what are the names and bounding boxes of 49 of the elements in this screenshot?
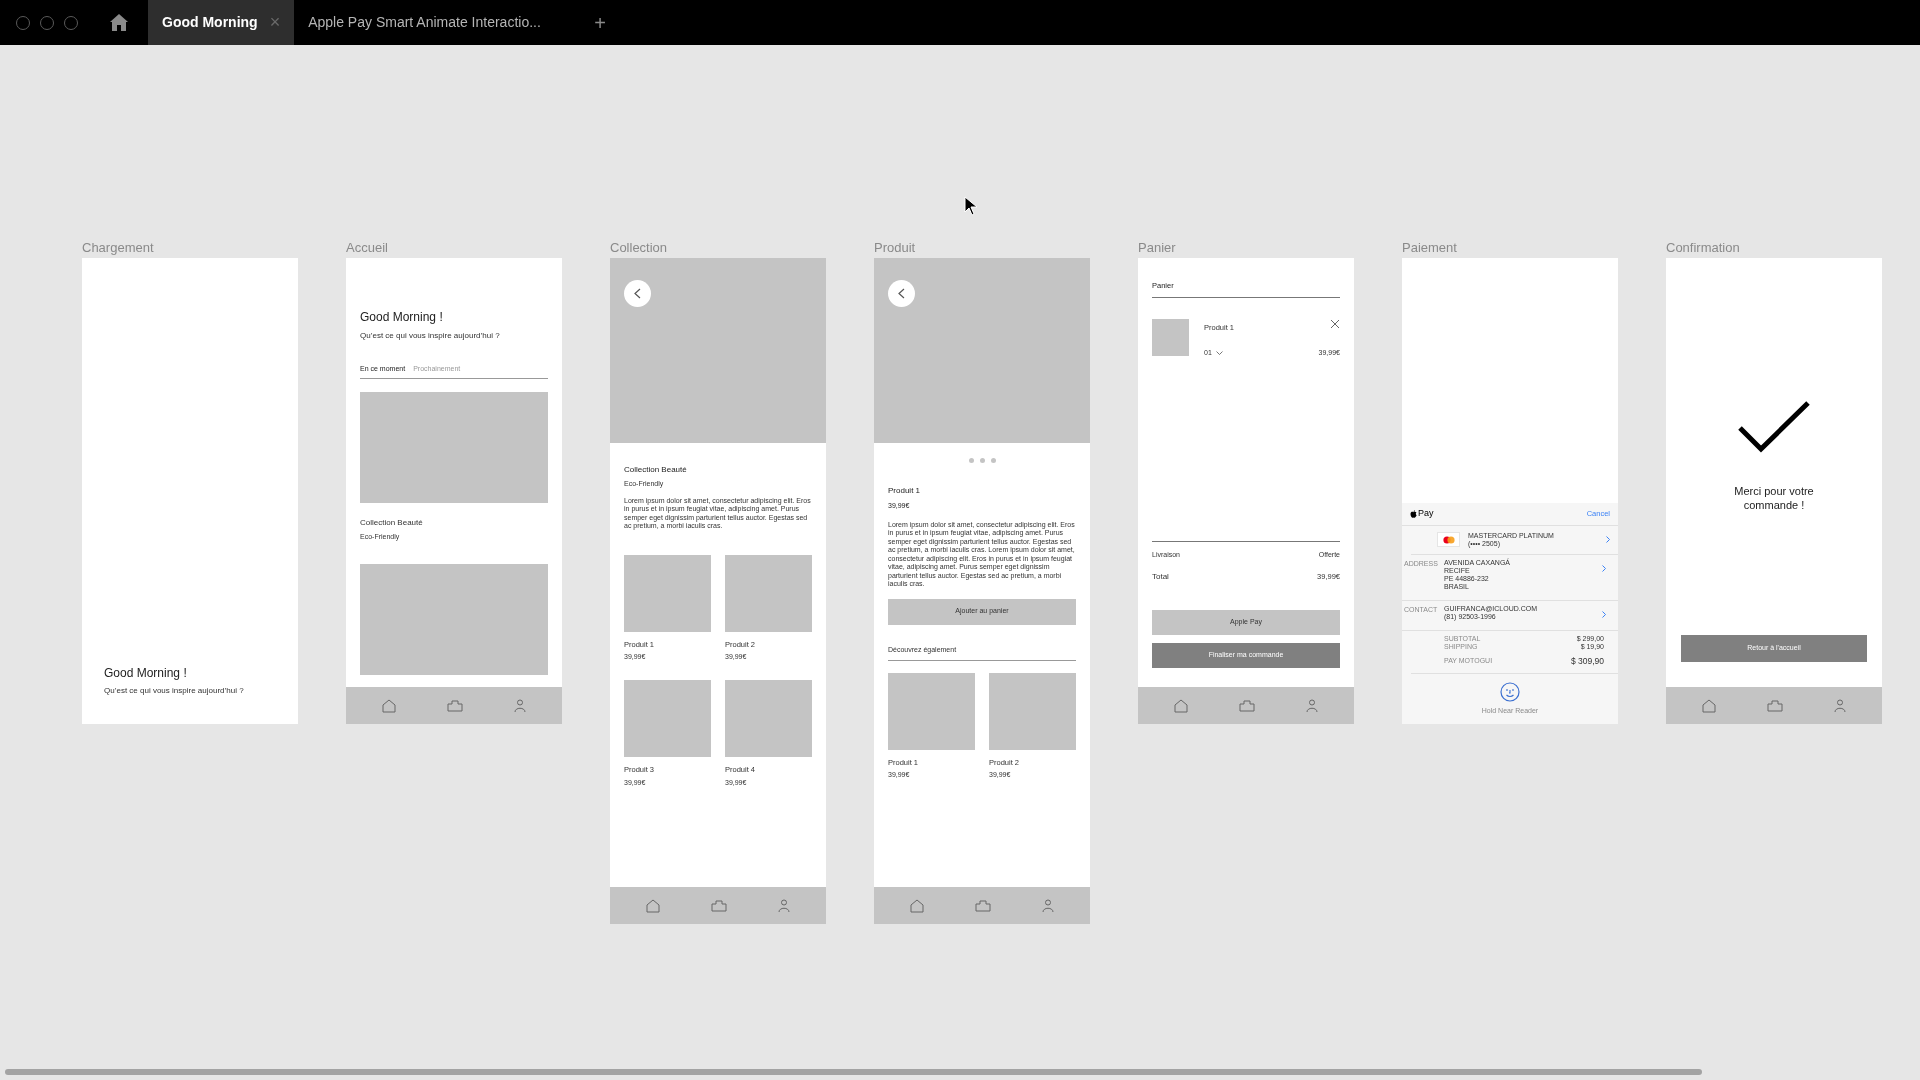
artboard-title: Confirmation (1666, 240, 1741, 256)
total-label: Total (1152, 571, 1169, 583)
bag-icon[interactable] (711, 899, 727, 912)
person-icon[interactable] (1834, 698, 1847, 713)
chevron-down-icon (1215, 350, 1223, 355)
greeting-heading: Good Morning ! (104, 665, 188, 682)
brand-label: Pay (1418, 507, 1434, 520)
new-tab-button[interactable]: + (594, 7, 606, 38)
artboard-title: Collection (610, 240, 669, 256)
chevron-right-icon[interactable] (1606, 536, 1610, 544)
chevron-left-icon (634, 288, 641, 299)
tab-label: Apple Pay Smart Animate Interactio... (308, 13, 541, 32)
artboard-title: Paiement (1402, 240, 1458, 256)
chevron-right-icon[interactable] (1602, 610, 1606, 618)
chevron-right-icon[interactable] (1602, 564, 1606, 572)
artboard-title: Chargement (82, 240, 155, 256)
greeting-heading: Good Morning ! (360, 309, 444, 326)
product-title: Produit 1 (888, 485, 922, 497)
home-icon[interactable] (110, 14, 128, 31)
confirmation-message: Merci pour votre commande ! (1733, 484, 1815, 512)
card-icon (1437, 532, 1460, 548)
greeting-subheading: Qu’est ce qui vous inspire aujourd’hui ? (360, 330, 501, 342)
artboard-title: Accueil (346, 240, 389, 256)
tab[interactable]: Apple Pay Smart Animate Interactio... (294, 0, 595, 45)
back-button[interactable] (888, 280, 915, 307)
person-icon[interactable] (1042, 898, 1055, 913)
artboard-title: Produit (874, 240, 917, 256)
collection-title: Collection Beauté (624, 464, 688, 476)
pay-value: $ 309,90 (1570, 654, 1604, 668)
bag-icon[interactable] (975, 899, 991, 912)
tab[interactable]: Good Morning × (148, 0, 295, 45)
bag-icon[interactable] (1239, 699, 1255, 712)
apple-icon (1410, 509, 1417, 518)
tab-label: Good Morning (162, 13, 258, 32)
scrollbar[interactable] (5, 1069, 1702, 1075)
greeting-subheading: Qu’est ce qui vous inspire aujourd’hui ? (104, 685, 245, 697)
person-icon[interactable] (514, 698, 527, 713)
card-title: Collection Beauté (360, 516, 424, 529)
person-icon[interactable] (1306, 698, 1319, 713)
bag-icon[interactable] (1767, 699, 1783, 712)
cursor-icon (964, 196, 980, 216)
close-icon[interactable] (1330, 319, 1340, 330)
bag-icon[interactable] (447, 699, 463, 712)
back-button[interactable] (624, 280, 651, 307)
image-placeholder (1152, 319, 1189, 357)
face-icon (1500, 681, 1520, 702)
artboard-title: Panier (1138, 240, 1177, 256)
chevron-left-icon (898, 288, 905, 299)
person-icon[interactable] (778, 898, 791, 913)
